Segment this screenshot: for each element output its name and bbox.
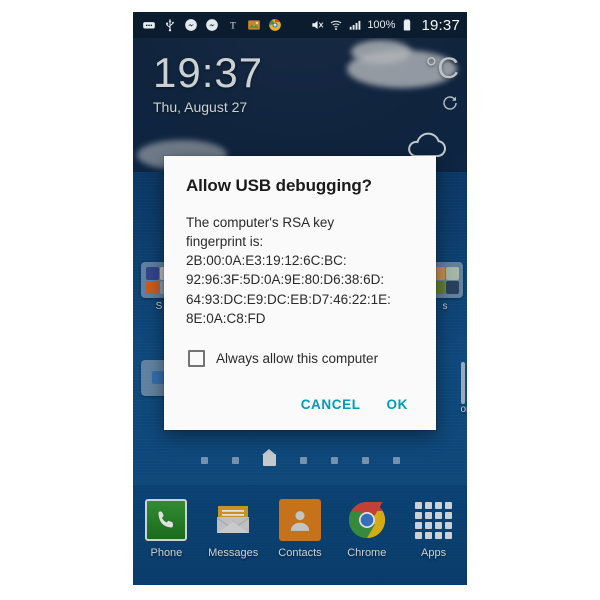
- svg-text:T: T: [230, 22, 236, 32]
- battery-percent: 100%: [367, 19, 396, 31]
- battery-full-icon: [404, 19, 411, 31]
- dialog-message: The computer's RSA key fingerprint is:: [186, 215, 335, 250]
- phone-screen: T 100% 19:37 19:37 Thu, August 27 °C S s…: [133, 12, 467, 585]
- usb-icon: [166, 19, 175, 32]
- dialog-button-row: CANCEL OK: [186, 397, 414, 422]
- signal-bars-icon: [350, 20, 361, 30]
- always-allow-checkbox[interactable]: [188, 349, 205, 367]
- messenger-icon-2: [206, 19, 218, 31]
- cancel-button[interactable]: CANCEL: [301, 397, 361, 412]
- statusbar-clock: 19:37: [421, 16, 460, 34]
- always-allow-checkbox-row[interactable]: Always allow this computer: [186, 349, 414, 367]
- ok-button[interactable]: OK: [387, 397, 408, 412]
- status-bar[interactable]: T 100% 19:37: [133, 12, 467, 38]
- usb-debugging-dialog: Allow USB debugging? The computer's RSA …: [164, 156, 436, 430]
- messenger-icon: [185, 19, 197, 31]
- always-allow-label: Always allow this computer: [216, 350, 379, 366]
- message-icon: [143, 22, 155, 29]
- dialog-fingerprint: 2B:00:0A:E3:19:12:6C:BC: 92:96:3F:5D:0A:…: [186, 253, 391, 326]
- mute-icon: [312, 20, 324, 30]
- browser-icon: [269, 19, 281, 31]
- nytimes-icon: T: [230, 22, 236, 32]
- photo-app-icon: [248, 20, 260, 30]
- wifi-icon: [331, 20, 342, 31]
- dialog-title: Allow USB debugging?: [186, 176, 372, 195]
